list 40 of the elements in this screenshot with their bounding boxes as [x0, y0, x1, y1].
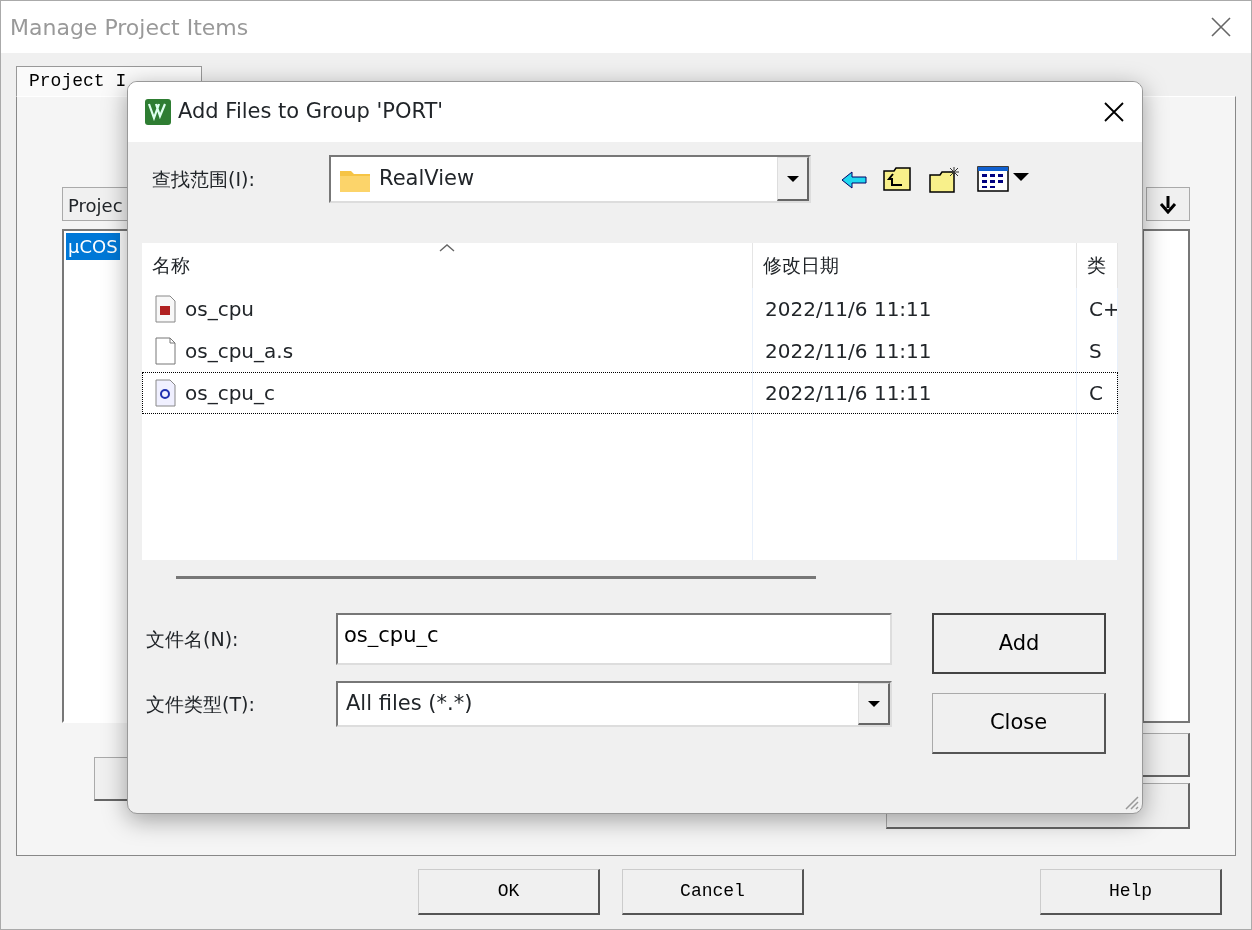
look-in-dropdown[interactable]: RealView	[329, 155, 811, 203]
dialog-title: Add Files to Group 'PORT'	[178, 98, 445, 126]
close-icon	[1210, 16, 1232, 38]
column-header[interactable]: 修改日期	[753, 243, 1077, 288]
add-button[interactable]: Add	[932, 613, 1106, 674]
caret-icon	[785, 174, 800, 183]
list-item[interactable]: μCOS	[66, 233, 120, 260]
table-cell: 2022/11/6 11:11	[753, 372, 1077, 414]
ok-button[interactable]: OK	[418, 869, 600, 915]
table-cell: C	[1077, 372, 1118, 414]
file-type-dropdown[interactable]: All files (*.*)	[336, 681, 892, 727]
file-icon	[154, 379, 177, 407]
window-title: Manage Project Items	[10, 13, 249, 42]
table-cell: 2022/11/6 11:11	[753, 330, 1077, 372]
sort-caret-icon	[439, 243, 455, 253]
down-arrow-icon	[1159, 194, 1177, 214]
file-name-label: 文件名(N):	[146, 626, 240, 652]
new-folder-button[interactable]	[929, 165, 961, 193]
file-icon	[154, 337, 177, 365]
close-icon	[1103, 101, 1125, 123]
move-down-button[interactable]	[1146, 187, 1190, 221]
up-folder-button[interactable]	[883, 166, 913, 192]
file-name-cell[interactable]: os_cpu_a.s	[142, 330, 753, 372]
file-name-cell[interactable]: os_cpu	[142, 288, 753, 330]
close-button[interactable]: Close	[932, 693, 1106, 754]
scrollbar-thumb[interactable]	[176, 576, 816, 579]
file-name-cell[interactable]: os_cpu_c	[142, 372, 753, 414]
column-header[interactable]: 类	[1077, 243, 1118, 288]
file-icon	[154, 295, 177, 323]
table-cell: C+	[1077, 288, 1118, 330]
app-icon	[144, 98, 172, 126]
table-cell: 2022/11/6 11:11	[753, 288, 1077, 330]
table-cell: S	[1077, 330, 1118, 372]
view-menu-button[interactable]	[977, 165, 1031, 193]
help-button[interactable]: Help	[1040, 869, 1222, 915]
caret-icon	[866, 699, 881, 708]
file-type-label: 文件类型(T):	[146, 691, 256, 717]
column-header[interactable]: 名称	[142, 243, 753, 288]
cancel-button[interactable]: Cancel	[622, 869, 804, 915]
file-name-field[interactable]: os_cpu_c	[336, 613, 892, 665]
